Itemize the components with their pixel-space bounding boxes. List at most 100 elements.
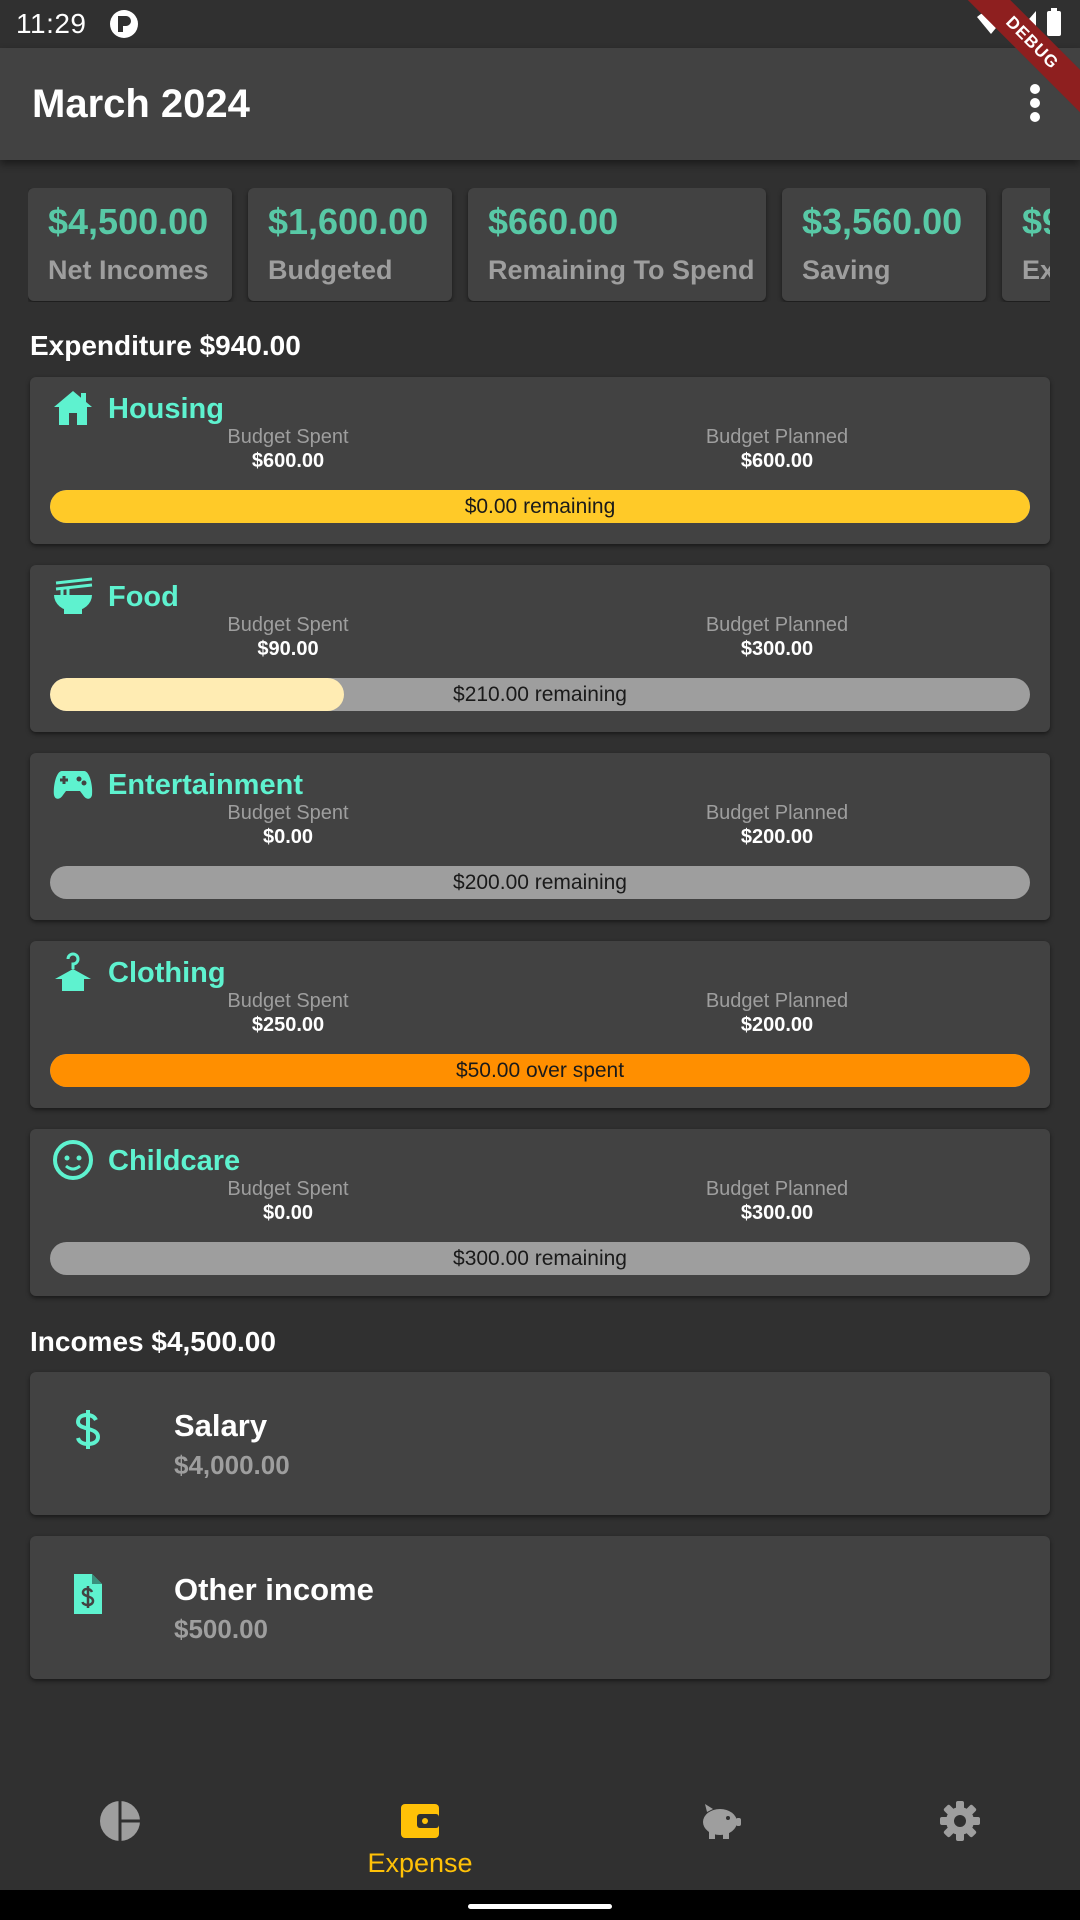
budget-name: Childcare	[108, 1145, 241, 1177]
budget-planned: Budget Planned $200.00	[627, 989, 927, 1037]
summary-label: Saving	[802, 255, 891, 285]
page-title: March 2024	[32, 81, 250, 126]
nav-item-settings[interactable]	[840, 1772, 1080, 1890]
nav-item-dashboard[interactable]	[0, 1772, 240, 1890]
budget-planned: Budget Planned $200.00	[627, 801, 927, 849]
budget-card-clothing[interactable]: Clothing Budget Spent $250.00 Budget Pla…	[30, 941, 1050, 1108]
budget-name: Housing	[108, 393, 224, 425]
budget-planned: Budget Planned $300.00	[627, 1177, 927, 1225]
budget-spent-label: Budget Spent	[227, 426, 349, 448]
income-name: Salary	[174, 1408, 268, 1443]
budget-spent-label: Budget Spent	[227, 990, 349, 1012]
budget-card-housing[interactable]: Housing Budget Spent $600.00 Budget Plan…	[30, 377, 1050, 544]
summary-carousel[interactable]: $4,500.00 Net Incomes $1,600.00 Budgeted…	[28, 188, 1050, 302]
nav-label: Expense	[367, 1848, 473, 1878]
budget-progress-bar: $0.00 remaining	[50, 490, 1030, 523]
home-gesture-bar[interactable]	[468, 1904, 612, 1909]
income-amount: $500.00	[174, 1614, 268, 1644]
status-bar: 11:29	[0, 0, 1080, 48]
bottom-navigation: Expense	[0, 1772, 1080, 1890]
budget-spent-value: $600.00	[251, 450, 325, 472]
signal-icon	[1016, 11, 1036, 34]
summary-value: $1,600.00	[268, 201, 429, 242]
home-icon	[54, 391, 92, 425]
budget-planned-value: $600.00	[740, 450, 814, 472]
income-card-salary[interactable]: Salary $4,000.00	[30, 1372, 1050, 1515]
budget-name: Entertainment	[108, 769, 303, 801]
budget-spent: Budget Spent $250.00	[138, 989, 438, 1037]
more-vert-icon	[1030, 84, 1040, 122]
budget-planned-label: Budget Planned	[705, 1178, 849, 1200]
more-options-button[interactable]	[1010, 78, 1060, 128]
summary-label: Remaining To Spend	[488, 255, 755, 285]
budget-planned-label: Budget Planned	[705, 426, 849, 448]
progress-status: $300.00 remaining	[453, 1247, 627, 1270]
status-icons	[976, 8, 1062, 36]
income-card-other[interactable]: Other income $500.00	[30, 1536, 1050, 1679]
budget-planned-value: $200.00	[740, 1014, 814, 1036]
budget-planned-label: Budget Planned	[705, 614, 849, 636]
progress-status: $50.00 over spent	[455, 1059, 625, 1082]
pie-chart-icon	[100, 1801, 140, 1841]
budget-planned: Budget Planned $300.00	[627, 613, 927, 661]
summary-value: $9	[1022, 201, 1050, 242]
budget-spent-label: Budget Spent	[227, 1178, 349, 1200]
baby-face-icon	[53, 1140, 93, 1180]
nav-item-expense[interactable]: Expense	[300, 1772, 540, 1890]
budget-spent: Budget Spent $90.00	[138, 613, 438, 661]
incomes-title: Incomes $4,500.00	[30, 1326, 276, 1357]
budget-card-entertainment[interactable]: Entertainment Budget Spent $0.00 Budget …	[30, 753, 1050, 920]
summary-card-expenses[interactable]: $9 Ex	[1002, 188, 1050, 301]
budget-planned-label: Budget Planned	[705, 802, 849, 824]
expenditure-title: Expenditure $940.00	[30, 330, 301, 361]
wifi-icon	[977, 11, 1005, 34]
budget-progress-bar: $50.00 over spent	[50, 1054, 1030, 1087]
hanger-icon	[55, 952, 91, 991]
summary-value: $3,560.00	[802, 201, 963, 242]
gear-icon	[940, 1801, 980, 1841]
income-amount: $4,000.00	[174, 1450, 290, 1480]
summary-card-saving[interactable]: $3,560.00 Saving	[782, 188, 986, 301]
budget-spent: Budget Spent $600.00	[138, 425, 438, 473]
summary-card-remaining[interactable]: $660.00 Remaining To Spend	[468, 188, 766, 301]
invoice-dollar-icon	[74, 1574, 102, 1614]
budget-spent-value: $250.00	[251, 1014, 325, 1036]
budget-planned-value: $200.00	[740, 826, 814, 848]
system-navigation-area	[0, 1890, 1080, 1920]
budget-name: Food	[108, 581, 179, 613]
income-name: Other income	[174, 1572, 374, 1607]
noodle-bowl-icon	[54, 577, 93, 614]
summary-label: Net Incomes	[48, 255, 209, 285]
summary-label: Ex	[1022, 255, 1050, 285]
budget-card-food[interactable]: Food Budget Spent $90.00 Budget Planned …	[30, 565, 1050, 732]
budget-progress-bar: $300.00 remaining	[50, 1242, 1030, 1275]
status-time: 11:29	[16, 8, 87, 39]
budget-spent: Budget Spent $0.00	[138, 1177, 438, 1225]
budget-spent-value: $0.00	[262, 1202, 314, 1224]
progress-status: $0.00 remaining	[464, 495, 616, 518]
summary-value: $4,500.00	[48, 201, 209, 242]
budget-planned-label: Budget Planned	[705, 990, 849, 1012]
app-notification-icon	[109, 10, 138, 38]
budget-planned-value: $300.00	[740, 1202, 814, 1224]
wallet-icon	[401, 1804, 439, 1838]
battery-icon	[1047, 8, 1061, 36]
dollar-icon	[75, 1410, 101, 1449]
budget-name: Clothing	[108, 957, 226, 989]
progress-status: $200.00 remaining	[453, 871, 627, 894]
summary-label: Budgeted	[268, 255, 393, 285]
budget-spent-value: $0.00	[262, 826, 314, 848]
summary-card-budgeted[interactable]: $1,600.00 Budgeted	[248, 188, 452, 301]
budget-planned-value: $300.00	[740, 638, 814, 660]
summary-card-net-incomes[interactable]: $4,500.00 Net Incomes	[28, 188, 232, 301]
budget-spent-label: Budget Spent	[227, 614, 349, 636]
nav-item-savings[interactable]	[600, 1772, 840, 1890]
budget-spent-value: $90.00	[257, 638, 319, 660]
budget-progress-bar: $200.00 remaining	[50, 866, 1030, 899]
budget-card-childcare[interactable]: Childcare Budget Spent $0.00 Budget Plan…	[30, 1129, 1050, 1296]
budget-planned: Budget Planned $600.00	[627, 425, 927, 473]
budget-progress-bar: $210.00 remaining	[50, 678, 1030, 711]
gamepad-icon	[53, 771, 93, 799]
budget-spent-label: Budget Spent	[227, 802, 349, 824]
app-bar: March 2024	[0, 48, 1080, 160]
